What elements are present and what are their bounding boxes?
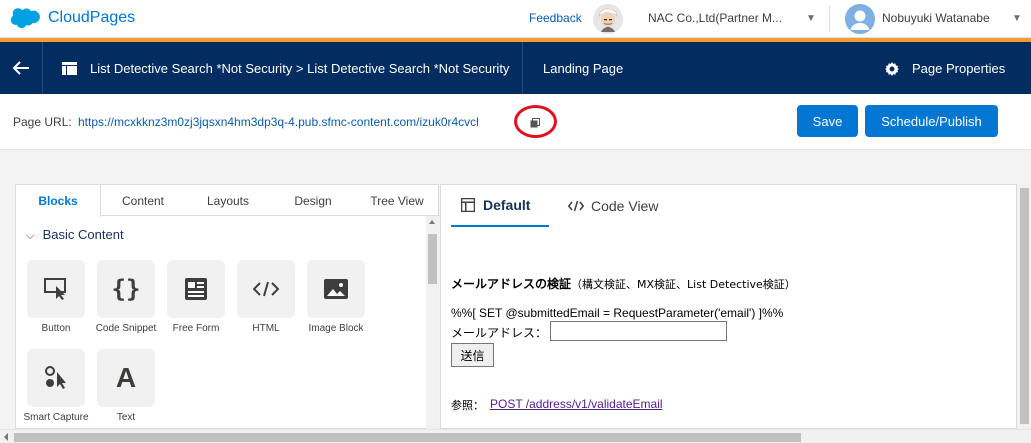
preview-scrollbar[interactable] — [1017, 184, 1031, 429]
block-label: Text — [116, 412, 136, 423]
top-bar: CloudPages Feedback NAC Co.,Ltd(Partner … — [0, 0, 1031, 38]
heading-text: メールアドレスの検証 — [451, 277, 572, 291]
preview-heading: メールアドレスの検証（構文検証、MX検証、List Detective検証） — [451, 275, 796, 292]
url-bar: Page URL: https://mcxkknz3m0zj3jqsxn4hm3… — [0, 94, 1031, 150]
smart-capture-icon — [45, 366, 66, 389]
block-label: Button — [41, 323, 71, 334]
scroll-left-icon[interactable] — [4, 433, 8, 441]
text-icon: A — [97, 349, 155, 407]
tab-tree-view[interactable]: Tree View — [354, 185, 440, 216]
tab-blocks[interactable]: Blocks — [16, 185, 101, 217]
tab-label: Code View — [591, 198, 659, 214]
html-icon — [253, 281, 279, 297]
section-title: Basic Content — [42, 227, 124, 242]
section-basic-content[interactable]: ⌵ Basic Content — [26, 227, 124, 243]
chevron-down-icon: ⌵ — [26, 230, 35, 242]
tab-label: Default — [483, 197, 531, 213]
feedback-link[interactable]: Feedback — [529, 11, 582, 25]
page-type-label: Landing Page — [543, 61, 624, 76]
save-button[interactable]: Save — [797, 105, 858, 137]
scroll-thumb[interactable] — [14, 433, 801, 442]
page-url-label: Page URL: — [13, 115, 72, 129]
block-smart-capture[interactable]: Smart Capture — [23, 349, 89, 423]
submit-button[interactable]: 送信 — [451, 343, 494, 367]
page-url-link[interactable]: https://mcxkknz3m0zj3jqsxn4hm3dp3q-4.pub… — [78, 115, 479, 129]
app-name: CloudPages — [48, 9, 136, 26]
block-label: Free Form — [172, 323, 220, 334]
block-image[interactable]: Image Block — [307, 260, 365, 334]
salesforce-cloud-logo-icon[interactable] — [10, 8, 40, 29]
org-avatar[interactable] — [593, 4, 623, 34]
block-label: Image Block — [308, 323, 364, 334]
einstein-avatar-icon — [593, 4, 623, 34]
chevron-down-icon[interactable]: ▼ — [806, 13, 816, 24]
code-snippet-icon: {} — [97, 260, 155, 318]
code-icon — [568, 200, 584, 212]
block-code-snippet[interactable]: {} Code Snippet — [96, 260, 156, 334]
preview-panel: Default Code View メールアドレスの検証（構文検証、MX検証、L… — [440, 184, 1017, 429]
org-switcher[interactable]: NAC Co.,Ltd(Partner M... — [648, 11, 782, 25]
email-input[interactable] — [550, 321, 727, 341]
block-text[interactable]: A Text — [97, 349, 155, 423]
block-label: HTML — [252, 323, 280, 334]
free-form-icon — [185, 278, 207, 300]
back-button[interactable] — [0, 42, 42, 94]
tab-content[interactable]: Content — [102, 185, 184, 216]
block-free-form[interactable]: Free Form — [167, 260, 225, 334]
scroll-thumb[interactable] — [428, 234, 437, 284]
user-icon — [845, 4, 875, 34]
vertical-scrollbar[interactable] — [426, 216, 439, 429]
reference-link[interactable]: POST /address/v1/validateEmail — [490, 397, 663, 411]
user-menu[interactable]: Nobuyuki Watanabe — [882, 11, 990, 25]
block-button[interactable]: Button — [27, 260, 85, 334]
editor-nav-bar: List Detective Search *Not Security > Li… — [0, 42, 1031, 94]
button-icon — [44, 278, 66, 300]
page-properties-button[interactable]: Page Properties — [912, 61, 1005, 76]
divider — [829, 6, 830, 32]
tab-default[interactable]: Default — [451, 185, 549, 227]
user-avatar[interactable] — [845, 4, 875, 34]
arrow-left-icon — [12, 61, 29, 75]
blocks-panel: Blocks Content Layouts Design Tree View … — [15, 184, 440, 429]
horizontal-scrollbar[interactable] — [0, 429, 1031, 443]
image-icon — [324, 279, 348, 299]
divider — [42, 42, 43, 94]
heading-note: （構文検証、MX検証、List Detective検証） — [571, 278, 796, 291]
gear-icon[interactable] — [885, 62, 899, 76]
breadcrumb[interactable]: List Detective Search *Not Security > Li… — [90, 61, 509, 76]
panel-tabs: Blocks Content Layouts Design Tree View — [16, 185, 440, 217]
email-label: メールアドレス： — [451, 326, 548, 340]
layout-icon — [461, 198, 475, 212]
annotation-circle — [514, 105, 557, 138]
ampscript-code-line: %%[ SET @submittedEmail = RequestParamet… — [451, 306, 784, 320]
chevron-down-icon[interactable]: ▼ — [1012, 13, 1022, 24]
block-label: Code Snippet — [95, 323, 157, 334]
tab-code-view[interactable]: Code View — [568, 185, 658, 227]
block-label: Smart Capture — [23, 412, 89, 423]
page-layout-icon — [62, 62, 77, 75]
reference-label: 参照： — [451, 399, 484, 412]
divider — [522, 42, 523, 94]
tab-design[interactable]: Design — [272, 185, 354, 216]
scroll-thumb[interactable] — [1020, 188, 1029, 424]
block-html[interactable]: HTML — [237, 260, 295, 334]
schedule-publish-button[interactable]: Schedule/Publish — [865, 105, 998, 137]
scroll-up-icon[interactable] — [429, 220, 435, 224]
tab-layouts[interactable]: Layouts — [184, 185, 272, 216]
